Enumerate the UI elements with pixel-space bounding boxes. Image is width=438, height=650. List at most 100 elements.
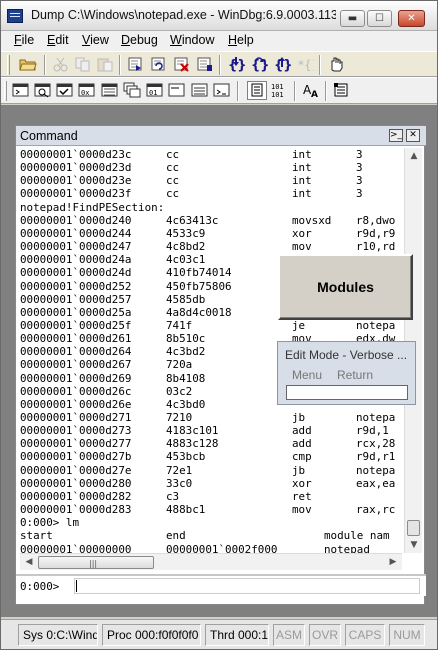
toolbar-separator — [119, 55, 121, 75]
output-column-module: module nam — [324, 529, 390, 543]
windbg-app-icon — [7, 9, 23, 23]
disasm-mnemonic: mov — [292, 240, 312, 254]
scroll-up-icon[interactable]: ▲ — [407, 149, 421, 163]
window-title: Dump C:\Windows\notepad.exe - WinDbg:6.9… — [31, 8, 336, 22]
disasm-bytes: 488bc1 — [166, 503, 206, 517]
run-to-cursor-icon[interactable]: *{} — [296, 56, 314, 72]
disasm-mnemonic: cmp — [292, 450, 312, 464]
hex-mode-icon[interactable] — [247, 81, 267, 100]
step-over-icon[interactable]: {} — [250, 56, 268, 72]
source-mode-icon[interactable] — [213, 82, 231, 98]
command-window-dock-icon[interactable]: >_ — [389, 129, 403, 142]
status-num: NUM — [389, 624, 425, 646]
processes-threads-icon[interactable] — [191, 82, 209, 98]
disasm-address: 00000001`0000d26c — [20, 384, 132, 398]
font-icon[interactable]: AA — [302, 82, 320, 98]
scratch-pad-icon[interactable] — [168, 82, 186, 98]
output-line: 00000001`0000d280 33c0 xor eax,ea — [20, 477, 402, 490]
stop-debugging-icon[interactable] — [173, 56, 191, 72]
hand-icon[interactable] — [327, 56, 345, 72]
disasm-address: 00000001`0000d267 — [20, 358, 132, 372]
step-out-icon[interactable]: {} — [273, 56, 291, 72]
watch-window-icon[interactable] — [34, 82, 52, 98]
paste-icon[interactable] — [96, 56, 114, 72]
command-window-icon[interactable] — [12, 82, 30, 98]
menu-window[interactable]: Window — [170, 33, 214, 47]
disasm-bytes: 4c63413c — [166, 213, 219, 227]
disasm-bytes: 8b4108 — [166, 371, 206, 385]
output-line: 00000001`0000d27e 72e1 jb notepa — [20, 464, 402, 477]
go-icon[interactable] — [127, 56, 145, 72]
status-bar: Sys 0:C:\Wind Proc 000:f0f0f0f0 Thrd 000… — [1, 619, 437, 649]
disasm-address: 00000001`0000d252 — [20, 279, 132, 293]
disasm-bytes: 7210 — [166, 411, 193, 424]
binary-mode-icon[interactable]: 101 101 — [271, 82, 289, 98]
registers-window-icon[interactable]: 0x — [78, 82, 96, 98]
disasm-bytes: cc — [166, 161, 180, 175]
disasm-bytes: cc — [166, 174, 180, 188]
restart-icon[interactable] — [150, 56, 168, 72]
disasm-operands: r9d,r9 — [356, 226, 396, 240]
disasm-address: 00000001`0000d277 — [20, 437, 132, 451]
disasm-bytes: 4a8d4c0018 — [166, 305, 232, 319]
disasm-operands: r9d,1 — [356, 424, 389, 438]
disasm-address: 00000001`0000d273 — [20, 424, 132, 438]
horizontal-scrollbar[interactable]: ◀ ||| ▶ — [20, 553, 402, 570]
disasm-address: 00000001`0000d25a — [20, 305, 132, 319]
disasm-mnemonic: ret — [292, 489, 312, 503]
command-window-title-bar[interactable]: Command >_ ✕ — [16, 126, 426, 146]
scroll-right-icon[interactable]: ▶ — [386, 555, 400, 569]
status-caps: CAPS — [345, 624, 385, 646]
maximize-button[interactable]: ☐ — [367, 10, 392, 27]
disasm-bytes: 741f — [166, 318, 193, 332]
command-input[interactable] — [74, 578, 420, 594]
output-text: 0:000> lm — [20, 516, 80, 530]
svg-text:01: 01 — [149, 89, 157, 97]
disasm-address: 00000001`0000d23e — [20, 174, 132, 188]
step-into-icon[interactable]: {} — [227, 56, 245, 72]
scroll-down-icon[interactable]: ▼ — [407, 538, 421, 552]
output-text: notepad!FindPESection: — [20, 200, 165, 214]
disasm-operands: notepa — [356, 463, 396, 477]
memory-window-icon[interactable] — [101, 82, 119, 98]
horizontal-scroll-thumb[interactable]: ||| — [38, 556, 154, 569]
edit-mode-input[interactable] — [286, 385, 408, 400]
copy-icon[interactable] — [74, 56, 92, 72]
edit-mode-return[interactable]: Return — [337, 368, 373, 382]
minimize-button[interactable]: ▬ — [340, 10, 365, 27]
output-line: 00000001`0000d273 4183c101 add r9d,1 — [20, 424, 402, 437]
cut-icon[interactable] — [52, 56, 70, 72]
disasm-address: 00000001`0000d244 — [20, 226, 132, 240]
call-stack-window-icon[interactable] — [123, 82, 141, 98]
command-window-close-icon[interactable]: ✕ — [406, 129, 420, 142]
scroll-left-icon[interactable]: ◀ — [22, 555, 36, 569]
menu-debug[interactable]: Debug — [121, 33, 158, 47]
toolbar-grip[interactable] — [4, 81, 7, 101]
disassembly-window-icon[interactable]: 01 — [146, 82, 164, 98]
toolbar-grip[interactable] — [7, 55, 10, 75]
output-line: 00000001`0000d27b 453bcb cmp r9d,r1 — [20, 450, 402, 463]
menu-file[interactable]: File — [14, 33, 34, 47]
modules-button[interactable]: Modules — [278, 254, 413, 320]
options-icon[interactable] — [333, 82, 351, 98]
edit-mode-menu[interactable]: Menu — [292, 368, 322, 382]
output-line: 00000001`0000d283 488bc1 mov rax,rc — [20, 503, 402, 516]
open-icon[interactable] — [19, 56, 37, 72]
disasm-address: 00000001`0000d25f — [20, 318, 132, 332]
menu-help[interactable]: Help — [228, 33, 254, 47]
output-line: 00000001`0000d23c cc int 3 — [20, 148, 402, 161]
disasm-mnemonic: jb — [292, 463, 306, 477]
title-bar[interactable]: Dump C:\Windows\notepad.exe - WinDbg:6.9… — [1, 1, 437, 31]
toolbar-separator — [319, 55, 321, 75]
menu-view[interactable]: View — [82, 33, 109, 47]
vertical-scroll-thumb[interactable] — [407, 520, 420, 536]
disasm-address: 00000001`0000d23d — [20, 161, 132, 175]
close-button[interactable]: ✕ — [398, 10, 425, 27]
menu-edit[interactable]: Edit — [47, 33, 69, 47]
locals-window-icon[interactable] — [56, 82, 74, 98]
disasm-address: 00000001`0000d280 — [20, 476, 132, 490]
break-icon[interactable] — [196, 56, 214, 72]
disasm-mnemonic: mov — [292, 503, 312, 517]
disasm-address: 00000001`0000d283 — [20, 503, 132, 517]
output-line: 00000001`0000d271 7210 jb notepa — [20, 411, 402, 424]
